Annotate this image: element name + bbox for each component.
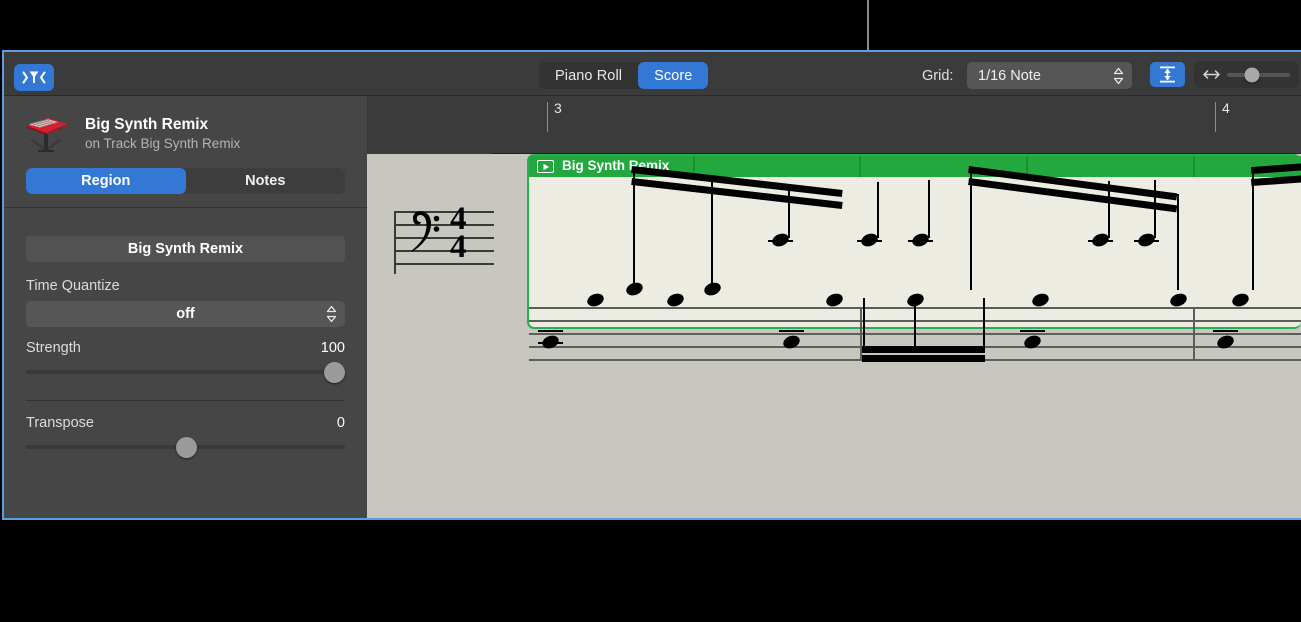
time-quantize-section: Time Quantize off Strength 100 <box>4 262 367 401</box>
note-stem <box>983 298 985 350</box>
ledger-line <box>538 342 563 344</box>
view-mode-tabs: Piano Roll Score <box>539 62 708 89</box>
region-title: Big Synth Remix <box>85 115 240 134</box>
ledger-line <box>1213 330 1238 332</box>
chevron-updown-icon <box>326 306 337 323</box>
bar-line <box>1193 307 1195 360</box>
region-name-field[interactable]: Big Synth Remix <box>26 236 345 262</box>
ledger-line <box>768 240 793 242</box>
strength-slider-knob[interactable] <box>324 362 345 383</box>
time-signature-denominator: 4 <box>450 232 467 262</box>
inspector-toggle-icon[interactable] <box>14 64 54 91</box>
synth-keyboard-icon <box>18 110 74 154</box>
page-background-below <box>0 520 1301 622</box>
zoom-track[interactable] <box>1227 73 1290 77</box>
note-stem <box>970 168 972 290</box>
tab-score[interactable]: Score <box>638 62 708 89</box>
zoom-knob[interactable] <box>1245 67 1260 82</box>
midi-region[interactable]: Big Synth Remix <box>527 154 1301 329</box>
inspector-tabs: Region Notes <box>26 168 345 194</box>
strength-slider[interactable] <box>26 362 345 382</box>
beam <box>862 346 985 353</box>
grid-select[interactable]: 1/16 Note <box>967 62 1132 89</box>
note-stem <box>1154 180 1156 238</box>
inspector-divider <box>4 207 367 208</box>
staff-line <box>394 263 494 265</box>
strength-label: Strength <box>26 340 81 356</box>
tab-piano-roll[interactable]: Piano Roll <box>539 62 638 89</box>
strength-value: 100 <box>321 340 345 356</box>
bar-number: 3 <box>554 100 562 116</box>
clef-block: 4 4 <box>394 211 494 274</box>
grid-label: Grid: <box>922 68 953 84</box>
time-quantize-label: Time Quantize <box>26 278 345 294</box>
note-stem <box>788 185 790 238</box>
note-stem <box>1252 169 1254 290</box>
score-ruler[interactable]: 3 4 <box>492 96 1301 154</box>
score-gutter <box>367 96 492 154</box>
note-stem <box>863 298 865 350</box>
editor-toolbar: Piano Roll Score Grid: 1/16 Note <box>4 52 1301 96</box>
region-identity: Big Synth Remix on Track Big Synth Remix <box>4 110 367 154</box>
time-quantize-value: off <box>176 306 195 322</box>
strength-slider-track <box>26 370 345 374</box>
transpose-label: Transpose <box>26 415 94 431</box>
bar-marker <box>1215 102 1216 132</box>
time-quantize-select[interactable]: off <box>26 301 345 327</box>
note-head[interactable] <box>1215 333 1235 350</box>
transpose-section: Transpose 0 <box>4 401 367 457</box>
ledger-line <box>857 240 882 242</box>
ledger-line <box>1088 240 1113 242</box>
region-beat-divider <box>1193 156 1195 177</box>
ledger-line <box>908 240 933 242</box>
note-stem <box>711 176 713 290</box>
transpose-slider-knob[interactable] <box>176 437 197 458</box>
beam <box>862 355 985 362</box>
transpose-slider[interactable] <box>26 437 345 457</box>
vertical-zoom-icon[interactable] <box>1150 62 1185 87</box>
note-head[interactable] <box>1022 333 1042 350</box>
bar-marker <box>547 102 548 132</box>
tab-notes[interactable]: Notes <box>186 168 346 194</box>
strength-row: Strength 100 <box>26 340 345 356</box>
tab-region[interactable]: Region <box>26 168 186 194</box>
ledger-line <box>538 330 563 332</box>
note-stem <box>1108 181 1110 238</box>
region-name-block: Big Synth Remix on Track Big Synth Remix <box>85 113 240 152</box>
note-head[interactable] <box>702 280 722 297</box>
note-head[interactable] <box>781 333 801 350</box>
region-subtitle: on Track Big Synth Remix <box>85 135 240 152</box>
horizontal-zoom-slider <box>1194 61 1299 88</box>
editor-window: Piano Roll Score Grid: 1/16 Note <box>2 50 1301 520</box>
region-inspector: Big Synth Remix on Track Big Synth Remix… <box>4 96 367 518</box>
bass-clef-icon <box>403 209 449 261</box>
bar-number: 4 <box>1222 100 1230 116</box>
chevron-updown-icon <box>1113 67 1124 84</box>
region-beat-divider <box>859 156 861 177</box>
note-stem <box>633 168 635 290</box>
note-stem <box>1177 194 1179 290</box>
transpose-value: 0 <box>337 415 345 431</box>
play-triangle-icon <box>537 160 554 173</box>
transpose-row: Transpose 0 <box>26 415 345 431</box>
horizontal-arrows-icon <box>1203 69 1220 80</box>
note-stem <box>914 298 916 350</box>
note-stem <box>928 180 930 238</box>
staff-left-barline <box>394 211 396 274</box>
ledger-line <box>779 330 804 332</box>
score-editor[interactable]: 3 4 4 4 Big Syn <box>367 96 1301 518</box>
note-head[interactable] <box>624 280 644 297</box>
grid-select-value: 1/16 Note <box>978 68 1041 84</box>
ledger-line <box>1134 240 1159 242</box>
region-header: Big Synth Remix on Track Big Synth Remix… <box>4 96 367 220</box>
ledger-line <box>1020 330 1045 332</box>
note-stem <box>877 182 879 238</box>
